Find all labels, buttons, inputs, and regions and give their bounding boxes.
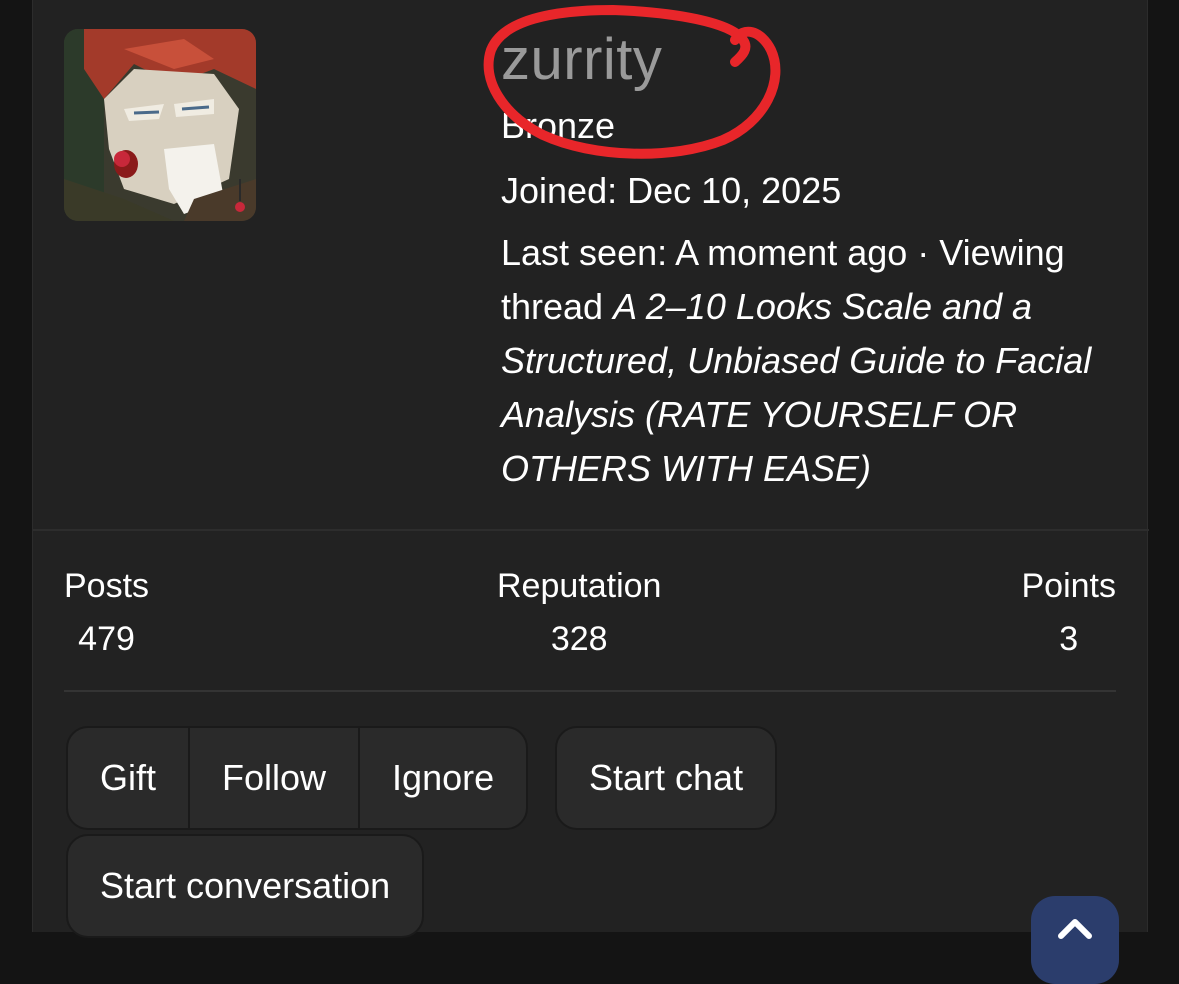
user-rank: Bronze [501, 105, 616, 146]
stat-label: Points [1021, 567, 1117, 605]
follow-button[interactable]: Follow [190, 728, 361, 828]
avatar[interactable] [64, 29, 256, 221]
stat-label: Reputation [497, 567, 662, 605]
action-button-group: Gift Follow Ignore [66, 726, 529, 830]
stat-reputation[interactable]: Reputation 328 [497, 562, 661, 668]
stat-points[interactable]: Points 3 [1022, 562, 1117, 668]
gift-button[interactable]: Gift [68, 728, 191, 828]
profile-info: zurrity Bronze Joined: Dec 10, 2025 Last… [501, 22, 1131, 496]
stat-value: 479 [78, 620, 135, 658]
stat-value: 328 [550, 620, 608, 658]
ignore-button[interactable]: Ignore [360, 728, 526, 828]
stat-label: Posts [64, 567, 150, 605]
joined-date: Joined: Dec 10, 2025 [501, 170, 842, 211]
avatar-image [64, 29, 256, 221]
profile-card: zurrity Bronze Joined: Dec 10, 2025 Last… [32, 0, 1149, 938]
section-divider [33, 529, 1149, 531]
stat-value: 3 [1059, 620, 1079, 658]
username[interactable]: zurrity [501, 22, 1131, 98]
start-conversation-button[interactable]: Start conversation [66, 834, 425, 938]
stats-row: Posts 479 Reputation 328 Points 3 [64, 562, 1116, 672]
stat-posts[interactable]: Posts 479 [64, 562, 149, 668]
chevron-up-icon [1058, 919, 1092, 939]
last-seen: Last seen: A moment ago · Viewing thread… [501, 226, 1131, 496]
stats-divider [64, 690, 1116, 692]
scroll-to-top-button[interactable] [1031, 896, 1119, 984]
start-chat-button[interactable]: Start chat [555, 726, 778, 830]
